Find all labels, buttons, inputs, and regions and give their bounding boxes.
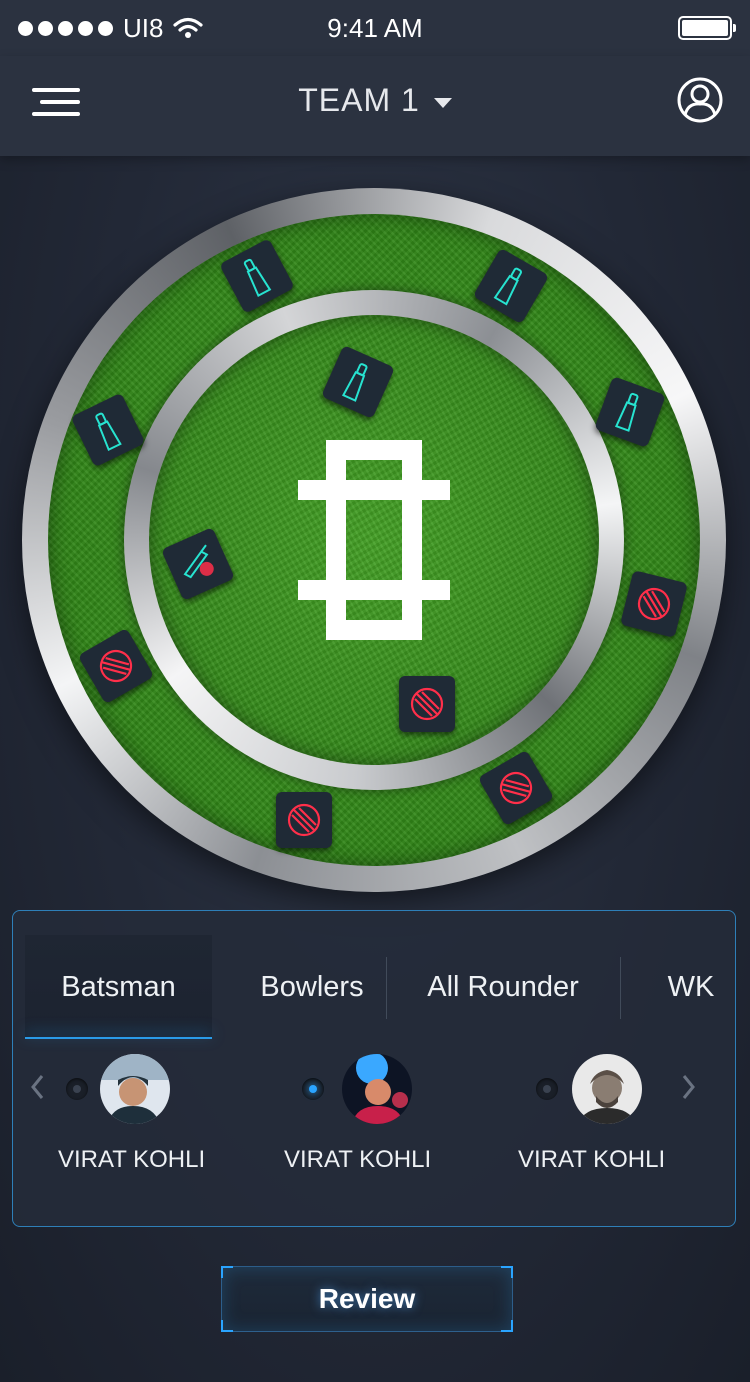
cricket-field (22, 188, 726, 892)
chevron-down-icon (433, 97, 452, 108)
player-select-radio[interactable] (536, 1078, 558, 1100)
cricket-ball-icon (410, 687, 444, 721)
tab-batsman[interactable]: Batsman (25, 935, 212, 1039)
review-button-label: Review (318, 1283, 416, 1314)
player-name: VIRAT KOHLI (518, 1146, 666, 1173)
cricket-ball-icon (637, 587, 671, 621)
cricket-bat-icon (95, 412, 122, 452)
battery-icon (678, 16, 736, 40)
player-select-radio[interactable] (66, 1078, 88, 1100)
player-select-radio[interactable] (302, 1078, 324, 1100)
chevron-left-icon[interactable] (26, 1072, 50, 1102)
button-corner (501, 1320, 513, 1332)
team-selector-dropdown[interactable]: TEAM 1 (298, 82, 452, 119)
bat-and-ball-icon (183, 544, 214, 579)
nav-bar: TEAM 1 (0, 56, 750, 156)
fielder-token-bowler[interactable] (276, 792, 332, 848)
fielder-token-bowler[interactable] (399, 676, 455, 732)
player-card[interactable]: VIRAT KOHLI (284, 1054, 522, 1184)
team-name: TEAM 1 (298, 82, 420, 118)
player-name: VIRAT KOHLI (284, 1146, 432, 1173)
review-button[interactable]: Review (221, 1266, 513, 1332)
tab-label: Bowlers (260, 970, 364, 1003)
button-corner (221, 1320, 233, 1332)
signal-carrier: UI8 (18, 12, 204, 44)
player-card[interactable]: VIRAT KOHLI (518, 1054, 750, 1184)
wifi-icon (173, 17, 204, 38)
avatar (100, 1054, 170, 1124)
avatar (572, 1054, 642, 1124)
player-card[interactable]: VIRAT KOHLI (58, 1054, 286, 1184)
team-title: TEAM 1 (0, 82, 750, 119)
button-corner (501, 1266, 513, 1278)
tab-bowlers[interactable]: Bowlers (237, 935, 387, 1039)
player-name: VIRAT KOHLI (58, 1146, 206, 1173)
signal-strength-icon (18, 20, 113, 36)
tab-label: WK (667, 970, 715, 1003)
tab-wk[interactable]: WK (621, 935, 750, 1039)
button-corner (221, 1266, 233, 1278)
status-bar: UI8 9:41 AM (0, 0, 750, 56)
tab-label: All Rounder (427, 970, 579, 1003)
avatar (342, 1054, 412, 1124)
cricket-pitch-icon (298, 440, 450, 640)
cricket-ball-icon (287, 803, 321, 837)
carrier-name: UI8 (123, 12, 164, 43)
player-role-tabs: Batsman Bowlers All Rounder WK (25, 935, 725, 1039)
tab-all-rounder[interactable]: All Rounder (387, 935, 619, 1039)
tab-label: Batsman (61, 970, 176, 1003)
cricket-bat-icon (614, 392, 639, 432)
cricket-bat-icon (341, 363, 368, 402)
user-profile-icon[interactable] (676, 76, 724, 124)
